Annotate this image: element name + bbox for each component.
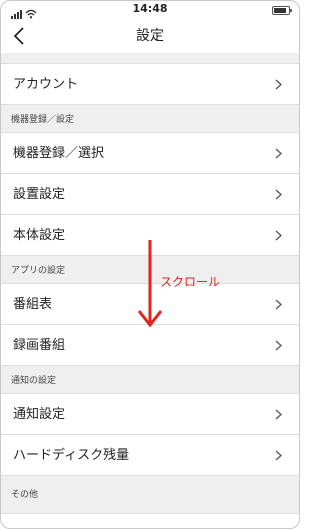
section-header-notifications: 通知の設定: [1, 366, 299, 394]
menu-item-account[interactable]: アカウント: [1, 64, 299, 105]
menu-item-label: 機器登録／選択: [13, 146, 105, 161]
menu-item-device-register[interactable]: 機器登録／選択: [1, 133, 299, 174]
nav-bar: 設定: [1, 19, 299, 53]
menu-item-installation[interactable]: 設置設定: [1, 174, 299, 215]
menu-item-label: アカウント: [13, 77, 79, 92]
menu-item-label: 本体設定: [13, 228, 66, 243]
phone-frame: 14:48 設定 アカウント 機器登録／設定 機器登録／選択 設置設定 本体設定…: [0, 0, 300, 529]
menu-item-recorded-programs[interactable]: 録画番組: [1, 325, 299, 366]
menu-item-notification-settings[interactable]: 通知設定: [1, 394, 299, 435]
chevron-right-icon: [275, 230, 282, 241]
status-bar: 14:48: [1, 1, 299, 19]
menu-item-label: 録画番組: [13, 338, 66, 353]
menu-item-hdd-remaining[interactable]: ハードディスク残量: [1, 435, 299, 476]
chevron-right-icon: [275, 189, 282, 200]
menu-item-label: 設置設定: [13, 187, 66, 202]
page-title: 設定: [136, 28, 164, 44]
section-header-device: 機器登録／設定: [1, 105, 299, 133]
status-time: 14:48: [132, 2, 168, 15]
chevron-right-icon: [275, 409, 282, 420]
menu-item-label: ハードディスク残量: [13, 448, 130, 463]
chevron-right-icon: [275, 450, 282, 461]
section-spacer: [1, 53, 299, 64]
menu-item-label: 通知設定: [13, 407, 66, 422]
chevron-right-icon: [275, 148, 282, 159]
chevron-right-icon: [275, 79, 282, 90]
scroll-annotation-label: スクロール: [160, 275, 221, 289]
battery-icon: [272, 6, 292, 15]
chevron-right-icon: [275, 340, 282, 351]
section-header-other: その他: [1, 476, 299, 514]
chevron-right-icon: [275, 299, 282, 310]
menu-item-label: 番組表: [13, 297, 53, 312]
